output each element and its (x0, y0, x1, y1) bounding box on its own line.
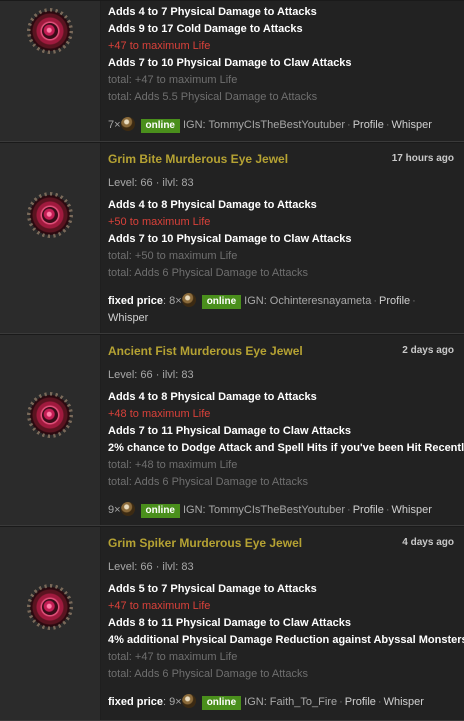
price-amount: : 8× (163, 295, 182, 307)
total-life: total: +47 to maximum Life (108, 74, 238, 86)
online-badge: online (140, 504, 180, 518)
murderous-eye-jewel-icon[interactable] (30, 395, 70, 435)
profile-link[interactable]: Profile (353, 504, 384, 516)
item-name-link[interactable]: Grim Bite Murderous Eye Jewel (108, 152, 288, 166)
whisper-link[interactable]: Whisper (392, 504, 432, 516)
item-level: Level: 66 · ilvl: 83 (108, 369, 194, 381)
price-amount: : 9× (163, 696, 182, 708)
listing-time: 2 days ago (402, 345, 454, 356)
price-label: fixed price (108, 696, 164, 708)
exalted-orb-icon (120, 117, 135, 131)
listing-footer: 9× online IGN: TommyCIsTheBestYoutuber · Pro… (108, 502, 432, 518)
total-phys: total: Adds 6 Physical Damage to Attacks (108, 668, 308, 680)
exalted-orb-icon (181, 293, 196, 307)
mod-phys-attacks: Adds 5 to 7 Physical Damage to Attacks (108, 583, 317, 595)
seller-ign: IGN: TommyCIsTheBestYoutuber (183, 504, 346, 516)
mod-claw-attacks: Adds 7 to 11 Physical Damage to Claw Att… (108, 425, 351, 437)
item-level: Level: 66 · ilvl: 83 (108, 561, 194, 573)
listing-details: Ancient Fist Murderous Eye Jewel 2 days … (101, 335, 464, 525)
price-amount: 9× (108, 504, 121, 516)
whisper-link[interactable]: Whisper (384, 696, 424, 708)
listing-image-cell (0, 1, 101, 141)
total-life: total: +50 to maximum Life (108, 250, 238, 262)
mod-damage-reduction: 4% additional Physical Damage Reduction … (108, 634, 464, 646)
mod-phys-attacks: Adds 4 to 7 Physical Damage to Attacks (108, 6, 317, 18)
mod-phys-attacks: Adds 4 to 8 Physical Damage to Attacks (108, 391, 317, 403)
listing-footer: fixed price: 8× online IGN: Ochinteresnaya… (108, 293, 416, 324)
seller-ign: IGN: Faith_To_Fire (244, 696, 338, 708)
listing-time: 17 hours ago (391, 153, 454, 164)
online-badge: online (201, 295, 242, 309)
listing-image-cell (0, 143, 101, 333)
mod-phys-attacks: Adds 4 to 8 Physical Damage to Attacks (108, 199, 317, 211)
online-badge: online (201, 696, 242, 710)
mod-claw-attacks: Adds 7 to 10 Physical Damage to Claw Att… (108, 57, 352, 69)
exalted-orb-icon (120, 502, 135, 516)
whisper-link[interactable]: Whisper (108, 312, 148, 324)
listing-footer: 7× online IGN: TommyCIsTheBestYoutuber · Pro… (108, 117, 432, 133)
murderous-eye-jewel-icon[interactable] (30, 195, 70, 235)
listing-time: 4 days ago (402, 537, 454, 548)
item-name-link[interactable]: Ancient Fist Murderous Eye Jewel (108, 344, 303, 358)
whisper-link[interactable]: Whisper (392, 119, 432, 131)
murderous-eye-jewel-icon[interactable] (30, 587, 70, 627)
listing-details: Grim Spiker Murderous Eye Jewel 4 days a… (101, 527, 464, 720)
listing-2: Grim Bite Murderous Eye Jewel 17 hours a… (0, 142, 464, 334)
exalted-orb-icon (181, 694, 196, 708)
seller-ign: IGN: TommyCIsTheBestYoutuber (183, 119, 346, 131)
listing-details: Adds 4 to 7 Physical Damage to Attacks A… (101, 1, 464, 141)
online-badge: online (140, 119, 180, 133)
total-phys: total: Adds 5.5 Physical Damage to Attac… (108, 91, 318, 103)
listing-image-cell (0, 335, 101, 525)
item-name-link[interactable]: Grim Spiker Murderous Eye Jewel (108, 536, 302, 550)
total-phys: total: Adds 6 Physical Damage to Attacks (108, 476, 308, 488)
murderous-eye-jewel-icon[interactable] (30, 11, 70, 51)
total-phys: total: Adds 6 Physical Damage to Attacks (108, 267, 308, 279)
listing-image-cell (0, 527, 101, 720)
price-label: fixed price (108, 295, 164, 307)
listing-details: Grim Bite Murderous Eye Jewel 17 hours a… (101, 143, 464, 333)
seller-ign: IGN: Ochinteresnayameta (244, 295, 372, 307)
mod-dodge: 2% chance to Dodge Attack and Spell Hits… (108, 442, 464, 454)
mod-max-life: +47 to maximum Life (108, 40, 211, 52)
profile-link[interactable]: Profile (379, 295, 410, 307)
mod-max-life: +48 to maximum Life (108, 408, 211, 420)
mod-claw-attacks: Adds 7 to 10 Physical Damage to Claw Att… (108, 233, 352, 245)
listing-4: Grim Spiker Murderous Eye Jewel 4 days a… (0, 526, 464, 721)
listing-1: Adds 4 to 7 Physical Damage to Attacks A… (0, 0, 464, 142)
mod-claw-attacks: Adds 8 to 11 Physical Damage to Claw Att… (108, 617, 351, 629)
profile-link[interactable]: Profile (345, 696, 376, 708)
mod-cold-attacks: Adds 9 to 17 Cold Damage to Attacks (108, 23, 303, 35)
price-amount: 7× (108, 119, 121, 131)
mod-max-life: +47 to maximum Life (108, 600, 211, 612)
listing-3: Ancient Fist Murderous Eye Jewel 2 days … (0, 334, 464, 526)
mod-max-life: +50 to maximum Life (108, 216, 211, 228)
profile-link[interactable]: Profile (353, 119, 384, 131)
listing-footer: fixed price: 9× online IGN: Faith_To_Fire ·… (108, 694, 424, 710)
total-life: total: +47 to maximum Life (108, 651, 238, 663)
item-level: Level: 66 · ilvl: 83 (108, 177, 194, 189)
total-life: total: +48 to maximum Life (108, 459, 238, 471)
